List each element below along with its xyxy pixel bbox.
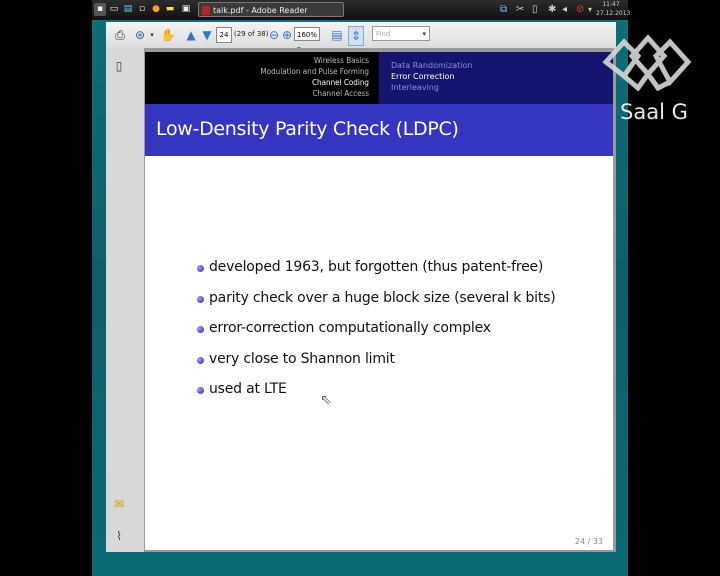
share-dropdown-icon[interactable]: ▾: [148, 26, 156, 44]
slide-page-number: 24 / 33: [574, 537, 603, 546]
folder-icon[interactable]: ▬: [164, 3, 176, 16]
clock-date: 27.12.2013: [596, 10, 631, 17]
list-item: developed 1963, but forgotten (thus pate…: [197, 259, 555, 290]
subsection-navigation: Data Randomization Error Correction Inte…: [379, 52, 613, 104]
desktop-bottom-strip: [92, 552, 628, 576]
tray-arrow-icon[interactable]: ▾: [588, 4, 592, 16]
list-item: parity check over a huge block size (sev…: [197, 289, 556, 321]
desktop-icon[interactable]: ▭: [108, 3, 120, 16]
pdf-icon: [202, 6, 210, 15]
video-letterbox-left: [0, 0, 92, 576]
share-icon[interactable]: ⊛: [132, 26, 148, 44]
zoom-out-icon[interactable]: ⊖: [268, 26, 280, 44]
bullet-list: developed 1963, but forgotten (thus pate…: [197, 259, 556, 412]
network-icon[interactable]: ⧉: [500, 4, 507, 16]
bullet-icon: [197, 326, 204, 333]
navigation-pane: ▯ ✉ ⌇: [106, 48, 145, 552]
print-icon[interactable]: ⎙: [112, 26, 128, 44]
clipboard-icon[interactable]: ▯: [532, 4, 538, 16]
watermark-text: Saal G: [620, 100, 688, 124]
subsection-link-current[interactable]: Error Correction: [391, 71, 454, 82]
find-dropdown-icon[interactable]: ▾: [422, 27, 426, 42]
section-navigation: Wireless Basics Modulation and Pulse For…: [145, 52, 379, 104]
bullet-icon: [197, 265, 204, 272]
reader-toolbar: ⎙ ⊛ ▾ ✋ ▲ ▼ 24 (29 of 38) ⊖ ⊕ 160% ▾ ▤ ⇕…: [106, 22, 616, 53]
slide-title: Low-Density Parity Check (LDPC): [156, 118, 459, 140]
page-count-label: (29 of 38): [234, 30, 269, 38]
comments-icon[interactable]: ✉: [111, 496, 127, 512]
subsection-link[interactable]: Interleaving: [391, 82, 439, 93]
file-manager-icon[interactable]: ▤: [122, 3, 134, 16]
subsection-link[interactable]: Data Randomization: [391, 60, 472, 71]
find-placeholder: Find: [376, 30, 391, 38]
section-link[interactable]: Modulation and Pulse Forming: [261, 66, 370, 77]
bullet-text: very close to Shannon limit: [209, 350, 395, 367]
zoom-value: 160%: [297, 31, 318, 39]
bullet-text: error-correction computationally complex: [209, 320, 491, 336]
terminal-icon[interactable]: ▫: [136, 3, 148, 16]
clock-time: 11:47: [602, 1, 620, 8]
bullet-text: used at LTE: [209, 381, 287, 397]
taskbar-window-title: talk.pdf - Adobe Reader: [213, 6, 308, 15]
bullet-text: developed 1963, but forgotten (thus pate…: [209, 259, 544, 275]
section-link[interactable]: Channel Access: [313, 88, 369, 99]
page-thumbnails-icon[interactable]: ▯: [111, 58, 127, 74]
clock[interactable]: 11:47 27.12.2013: [596, 0, 631, 18]
slide-title-bar: Low-Density Parity Check (LDPC): [145, 104, 613, 156]
fit-width-icon[interactable]: ⇕: [348, 26, 364, 46]
printer-icon[interactable]: ▣: [180, 3, 192, 16]
list-item: used at LTE: [197, 381, 555, 412]
fit-page-icon[interactable]: ▤: [330, 26, 344, 44]
slide-page: Wireless Basics Modulation and Pulse For…: [145, 52, 613, 550]
next-page-icon[interactable]: ▼: [200, 26, 214, 44]
section-link[interactable]: Wireless Basics: [314, 55, 369, 66]
power-icon[interactable]: ⊘: [576, 4, 584, 16]
attachments-icon[interactable]: ⌇: [111, 528, 127, 544]
bullet-icon: [197, 356, 204, 364]
zoom-select[interactable]: 160% ▾: [294, 27, 320, 53]
list-item: very close to Shannon limit: [197, 351, 555, 382]
taskbar-window-adobe-reader[interactable]: talk.pdf - Adobe Reader: [198, 2, 344, 17]
taskbar: ▪ ▭ ▤ ▫ ● ▬ ▣ talk.pdf - Adobe Reader ⧉ …: [92, 0, 631, 20]
bullet-icon: [197, 295, 204, 303]
hand-tool-icon[interactable]: ✋: [160, 26, 176, 44]
firefox-icon[interactable]: ●: [150, 3, 162, 16]
page-number-input[interactable]: 24: [216, 27, 232, 43]
previous-page-icon[interactable]: ▲: [184, 26, 198, 44]
bullet-icon: [197, 387, 204, 394]
find-input[interactable]: Find ▾: [372, 26, 430, 41]
bullet-text: parity check over a huge block size (sev…: [209, 289, 556, 306]
mouse-cursor-icon: ⇖: [320, 392, 332, 408]
section-link-current[interactable]: Channel Coding: [312, 77, 369, 88]
list-item: error-correction computationally complex: [197, 320, 555, 351]
tools-icon[interactable]: ✂: [516, 4, 524, 16]
volume-icon[interactable]: ◂: [562, 4, 567, 16]
bluetooth-icon[interactable]: ✱: [548, 4, 556, 16]
zoom-in-icon[interactable]: ⊕: [281, 26, 293, 44]
start-menu-icon[interactable]: ▪: [94, 3, 106, 16]
